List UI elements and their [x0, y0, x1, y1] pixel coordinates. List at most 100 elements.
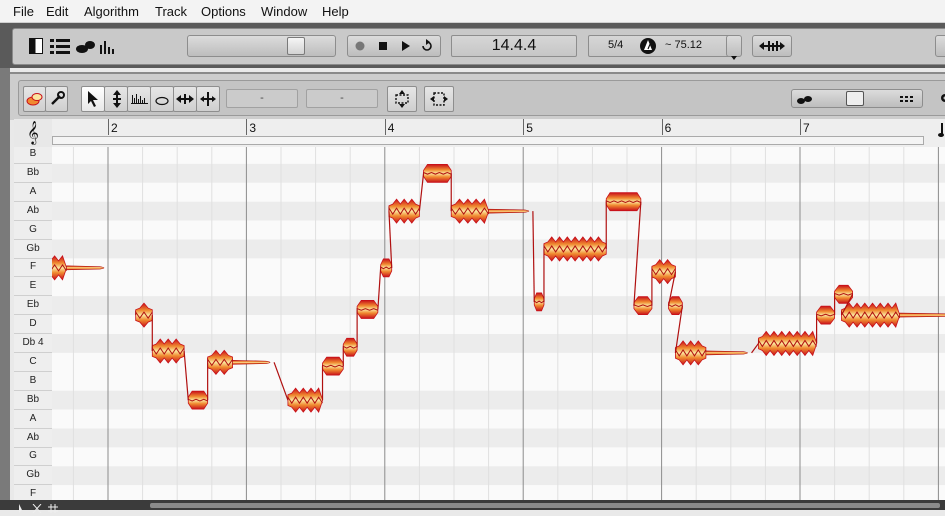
menu-options[interactable]: Options — [201, 4, 246, 19]
edit-field-1[interactable]: - — [226, 89, 298, 108]
bar-tick-line — [800, 119, 801, 135]
menu-bar: File Edit Algorithm Track Options Window… — [0, 0, 945, 23]
grid-icon[interactable] — [48, 501, 58, 516]
amplitude-tool-button[interactable] — [150, 86, 174, 112]
timing-tool-icon — [200, 90, 216, 111]
pitch-tool-button[interactable] — [104, 86, 128, 112]
clef-selector[interactable]: 𝄞 — [14, 119, 53, 148]
edit-field-2[interactable]: - — [306, 89, 378, 108]
extra-panel-button[interactable] — [935, 35, 945, 57]
zoom-in-icon — [900, 93, 918, 108]
bottom-status-bar — [0, 500, 945, 510]
amplitude-tool-icon — [155, 94, 169, 109]
tempo-dropdown[interactable] — [726, 35, 742, 57]
menu-track[interactable]: Track — [155, 4, 187, 19]
pitch-slider-handle[interactable] — [287, 37, 305, 55]
chevron-down-icon — [731, 48, 737, 63]
note-tail — [66, 266, 104, 270]
stop-icon[interactable] — [377, 40, 389, 55]
waveform-overview[interactable] — [150, 503, 940, 508]
bar-number-label: 5 — [526, 121, 533, 135]
tempo-value[interactable]: ~ 75.12 — [665, 39, 702, 51]
pointer-small-icon[interactable] — [18, 501, 28, 516]
menu-file[interactable]: File — [13, 4, 34, 19]
transport-panel: 14.4.4 5/4 ~ 75.12 — [12, 28, 945, 65]
note-tail — [233, 360, 271, 364]
menu-window[interactable]: Window — [261, 4, 307, 19]
formant-tool-button[interactable] — [127, 86, 151, 112]
sync-icon — [759, 40, 785, 55]
pitch-row — [52, 296, 945, 315]
pitch-row — [52, 221, 945, 240]
pitch-key-label: B — [14, 372, 52, 391]
bar-ruler[interactable]: 234567 — [52, 119, 945, 148]
pitch-key-label: G — [14, 447, 52, 466]
note-tail — [706, 351, 748, 355]
tempo-display[interactable]: 5/4 ~ 75.12 — [588, 35, 730, 57]
note-zoom-slider[interactable] — [791, 89, 923, 108]
pitch-key-label: D — [14, 315, 52, 334]
time-signature[interactable]: 5/4 — [608, 39, 623, 51]
menu-edit[interactable]: Edit — [46, 4, 68, 19]
bar-number-label: 2 — [111, 121, 118, 135]
pitch-row — [52, 240, 945, 259]
time-quantize-button[interactable] — [424, 86, 454, 112]
pitch-row — [52, 447, 945, 466]
note-editor-grid[interactable] — [52, 147, 945, 500]
pitch-key-label: F — [14, 258, 52, 277]
pitch-row — [52, 410, 945, 429]
note-canvas — [52, 147, 945, 500]
pitch-key-label: Ab — [14, 429, 52, 448]
note-edit-icon[interactable] — [50, 37, 116, 58]
pitch-row — [52, 183, 945, 202]
piano-roll-view-icon[interactable] — [29, 38, 43, 57]
loop-icon[interactable] — [420, 39, 434, 56]
time-tool-button[interactable] — [173, 86, 197, 112]
bar-tick-line — [523, 119, 524, 135]
note-tail — [900, 313, 945, 317]
bar-number-label: 7 — [803, 121, 810, 135]
pitch-row — [52, 277, 945, 296]
timing-tool-button[interactable] — [196, 86, 220, 112]
note-zoom-handle[interactable] — [846, 91, 864, 106]
main-tool-button[interactable] — [81, 86, 105, 112]
bar-number-label: 3 — [249, 121, 256, 135]
pitch-ruler: BBbAAbGGbFEEbDDb 4CBBbAAbGGbF — [14, 147, 53, 500]
pitch-key-label: Db 4 — [14, 334, 52, 353]
pitch-tool-icon — [110, 90, 124, 111]
sync-button[interactable] — [752, 35, 792, 57]
position-display[interactable]: 14.4.4 — [451, 35, 577, 57]
bar-tick-line — [246, 119, 247, 135]
blob-tool-button[interactable] — [23, 86, 46, 112]
play-icon[interactable] — [399, 40, 411, 55]
blob-tool-icon — [26, 91, 44, 110]
wrench-tool-button[interactable] — [45, 86, 68, 112]
pitch-slider-track[interactable] — [187, 35, 336, 57]
pitch-row — [52, 147, 945, 164]
pitch-row — [52, 315, 945, 334]
pitch-center-button[interactable] — [387, 86, 417, 112]
pitch-row — [52, 391, 945, 410]
bar-tick-line — [108, 119, 109, 135]
record-icon[interactable] — [354, 40, 366, 55]
pitch-key-label: Gb — [14, 466, 52, 485]
bar-tick-line — [662, 119, 663, 135]
pitch-key-label: G — [14, 221, 52, 240]
menu-help[interactable]: Help — [322, 4, 349, 19]
time-quantize-icon — [430, 90, 448, 111]
scissors-icon[interactable] — [32, 501, 42, 516]
pitch-center-icon — [393, 90, 411, 111]
settings-gear-icon[interactable] — [939, 91, 945, 108]
pitch-key-label: B — [14, 145, 52, 164]
transport-toolbar: 14.4.4 5/4 ~ 75.12 — [0, 23, 945, 68]
scroll-range-bar[interactable] — [52, 136, 924, 145]
menu-algorithm[interactable]: Algorithm — [84, 4, 139, 19]
pitch-key-label: Gb — [14, 240, 52, 259]
pitch-row — [52, 429, 945, 448]
pitch-row — [52, 258, 945, 277]
note-icon — [938, 122, 945, 141]
pitch-key-label: Bb — [14, 164, 52, 183]
wrench-icon — [49, 91, 65, 110]
metronome-icon[interactable] — [639, 37, 657, 58]
pitch-row — [52, 164, 945, 183]
